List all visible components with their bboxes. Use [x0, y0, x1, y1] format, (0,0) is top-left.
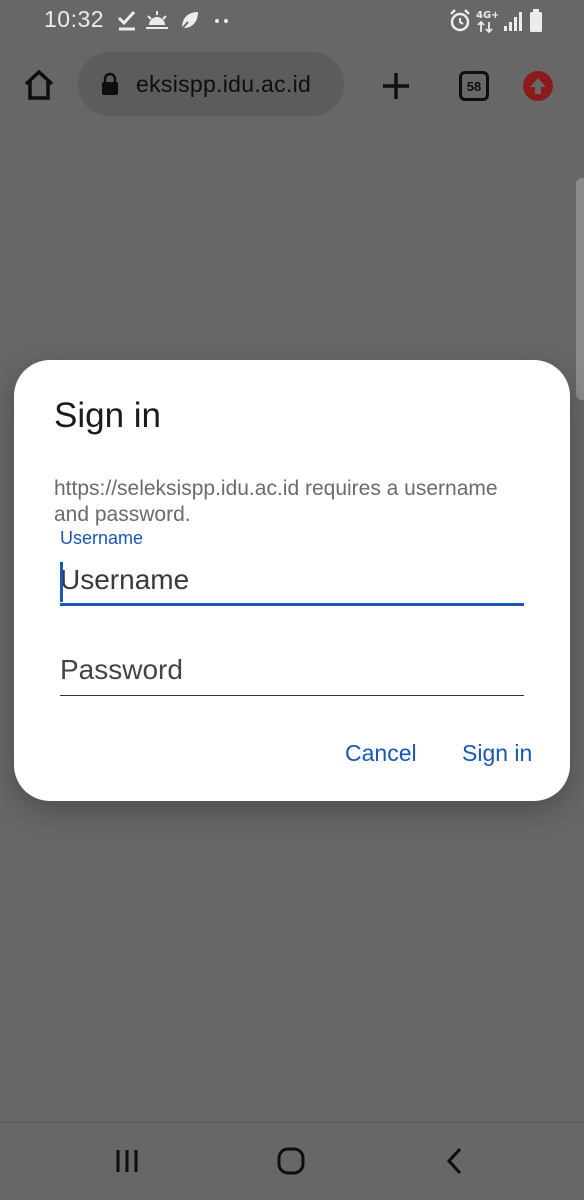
- status-time: 10:32: [44, 6, 105, 32]
- back-button[interactable]: [432, 1141, 478, 1181]
- tab-count: 58: [466, 78, 482, 94]
- alarm-icon: [450, 9, 470, 32]
- username-field[interactable]: Username: [60, 560, 524, 606]
- status-right-icons: 4G+: [448, 8, 548, 34]
- lock-icon: [102, 72, 118, 95]
- recents-button[interactable]: [104, 1141, 150, 1181]
- new-tab-button[interactable]: [374, 64, 418, 108]
- sign-in-dialog: Sign in https://seleksispp.idu.ac.id req…: [14, 360, 570, 801]
- tab-count-icon: 58: [459, 71, 489, 101]
- address-bar[interactable]: eksispp.idu.ac.id: [78, 52, 344, 116]
- home-icon: [277, 1147, 305, 1175]
- update-button[interactable]: [518, 66, 558, 106]
- home-nav-button[interactable]: [268, 1141, 314, 1181]
- recents-icon: [116, 1150, 138, 1172]
- home-button[interactable]: [18, 64, 60, 106]
- back-icon: [446, 1147, 462, 1175]
- sunrise-icon: [146, 11, 168, 29]
- status-bar: 10:32 4G+: [0, 0, 584, 44]
- network-4g-icon: 4G+: [476, 10, 498, 34]
- upload-arrow-icon: [523, 71, 553, 101]
- browser-toolbar: eksispp.idu.ac.id 58: [0, 44, 584, 128]
- sign-in-button[interactable]: Sign in: [462, 740, 532, 767]
- scroll-handle[interactable]: [576, 178, 584, 400]
- dialog-message: https://seleksispp.idu.ac.id requires a …: [54, 477, 498, 526]
- dots-icon: [215, 19, 228, 23]
- password-placeholder: Password: [60, 654, 183, 685]
- plus-icon: [383, 73, 409, 99]
- leaf-icon: [179, 12, 198, 32]
- password-field[interactable]: Password: [60, 650, 524, 696]
- cancel-button[interactable]: Cancel: [345, 740, 417, 767]
- tab-switcher-button[interactable]: 58: [452, 64, 496, 108]
- check-icon: [117, 10, 136, 31]
- username-label: Username: [60, 528, 144, 548]
- home-outline-icon: [24, 69, 54, 100]
- username-placeholder: Username: [60, 564, 190, 595]
- url-text: eksispp.idu.ac.id: [136, 71, 312, 97]
- signal-icon: [504, 12, 522, 31]
- text-caret: [60, 562, 63, 602]
- battery-icon: [530, 9, 542, 32]
- system-nav-bar: [0, 1122, 584, 1200]
- svg-text:4G+: 4G+: [476, 10, 498, 21]
- dialog-title: Sign in: [54, 396, 162, 435]
